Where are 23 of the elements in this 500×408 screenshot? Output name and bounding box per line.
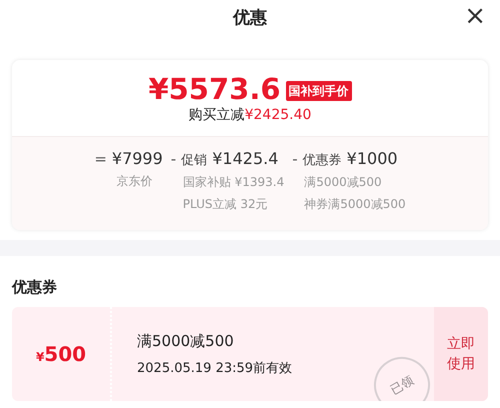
operator-sign: = bbox=[94, 150, 107, 168]
section-title: 优惠券 bbox=[12, 278, 58, 297]
breakdown-label: 优惠券 bbox=[302, 152, 342, 169]
use-now-button[interactable]: 立即使用 bbox=[434, 307, 488, 401]
operator-sign: - bbox=[170, 150, 176, 168]
coupon-validity: 2025.05.19 23:59前有效 bbox=[137, 360, 294, 376]
coupon-condition: 满5000减500 bbox=[137, 332, 235, 350]
breakdown-detail: 京东价 bbox=[115, 173, 154, 190]
breakdown-detail: PLUS立减 32元 bbox=[182, 196, 269, 213]
breakdown-detail: 满5000减500 bbox=[303, 174, 383, 191]
final-price: ¥5573.6 bbox=[148, 72, 281, 106]
breakdown-label: 促销 bbox=[181, 152, 208, 169]
breakdown-amount: ¥7999 bbox=[112, 149, 163, 168]
breakdown-amount: ¥1425.4 bbox=[212, 149, 278, 168]
price-tag: 国补到手价 bbox=[286, 80, 352, 100]
dialog-title: 优惠 bbox=[233, 6, 267, 28]
operator-sign: - bbox=[292, 150, 298, 168]
close-button[interactable]: × bbox=[460, 2, 490, 30]
breakdown-detail: 国家补贴 ¥1393.4 bbox=[182, 174, 284, 191]
breakdown-amount: ¥1000 bbox=[346, 149, 398, 168]
breakdown-detail: 神券满5000减500 bbox=[303, 196, 406, 213]
coupon-value: ¥500 bbox=[36, 342, 86, 366]
saving-text: 购买立减¥2425.40 bbox=[188, 106, 312, 124]
